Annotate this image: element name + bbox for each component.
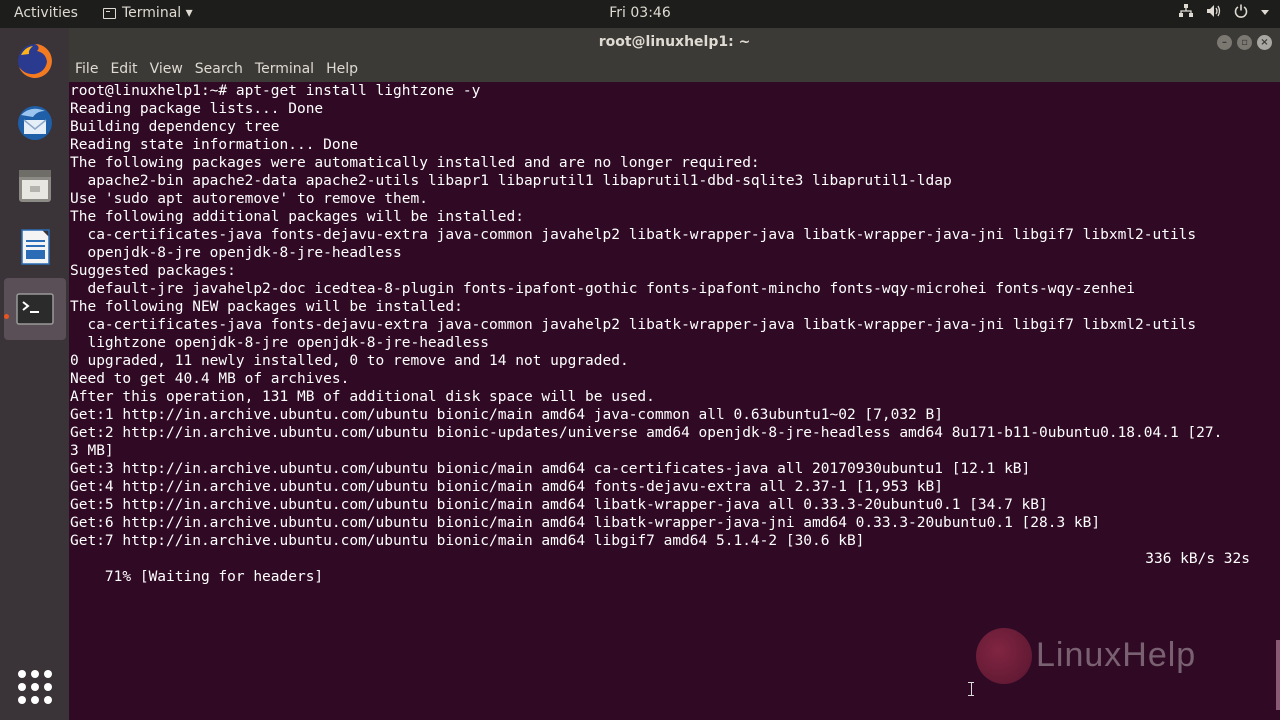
dock-firefox[interactable] — [4, 30, 66, 92]
terminal-line: Get:6 http://in.archive.ubuntu.com/ubunt… — [70, 515, 1101, 531]
menu-view[interactable]: View — [150, 61, 190, 77]
terminal-line: Need to get 40.4 MB of archives. — [70, 371, 350, 387]
terminal-line: 0 upgraded, 11 newly installed, 0 to rem… — [70, 353, 629, 369]
terminal-line: Get:3 http://in.archive.ubuntu.com/ubunt… — [70, 461, 1031, 477]
maximize-button[interactable]: ▫ — [1237, 35, 1252, 50]
activities-button[interactable]: Activities — [14, 5, 78, 21]
terminal-line: apache2-bin apache2-data apache2-utils l… — [70, 173, 952, 189]
watermark-text: LinuxHelp — [1036, 636, 1197, 674]
scrollbar[interactable] — [1276, 640, 1280, 710]
power-icon[interactable] — [1234, 4, 1248, 22]
terminal-line: openjdk-8-jre openjdk-8-jre-headless — [70, 245, 402, 261]
terminal-line: Reading package lists... Done — [70, 101, 324, 117]
terminal-line: The following additional packages will b… — [70, 209, 524, 225]
top-bar: Activities Terminal ▾ Fri 03:46 — [0, 0, 1280, 28]
running-indicator — [4, 314, 9, 319]
terminal-line: Suggested packages: — [70, 263, 236, 279]
close-button[interactable]: × — [1257, 35, 1272, 50]
system-tray[interactable] — [1178, 4, 1270, 22]
network-icon[interactable] — [1178, 4, 1194, 22]
download-rate: 336 kB/s 32s — [1145, 551, 1250, 567]
window-titlebar[interactable]: root@linuxhelp1: ~ – ▫ × — [69, 28, 1280, 56]
menu-search[interactable]: Search — [195, 61, 250, 77]
thunderbird-icon — [18, 106, 52, 140]
terminal-line: root@linuxhelp1:~# apt-get install light… — [70, 83, 481, 99]
text-cursor-icon — [968, 682, 974, 696]
terminal-output[interactable]: root@linuxhelp1:~# apt-get install light… — [69, 82, 1280, 720]
terminal-line: 3 MB] — [70, 443, 114, 459]
terminal-line: Get:2 http://in.archive.ubuntu.com/ubunt… — [70, 425, 1223, 441]
terminal-line: ca-certificates-java fonts-dejavu-extra … — [70, 317, 1197, 333]
dock — [0, 28, 69, 720]
terminal-lines: root@linuxhelp1:~# apt-get install light… — [70, 82, 1260, 550]
files-icon — [19, 170, 51, 202]
progress-status: 71% [Waiting for headers] — [104, 569, 324, 585]
show-applications-button[interactable] — [18, 670, 52, 704]
terminal-line: lightzone openjdk-8-jre openjdk-8-jre-he… — [70, 335, 490, 351]
firefox-icon — [18, 44, 52, 78]
terminal-line: Get:7 http://in.archive.ubuntu.com/ubunt… — [70, 533, 865, 549]
menu-bar: File Edit View Search Terminal Help — [69, 56, 1280, 82]
terminal-line: Reading state information... Done — [70, 137, 359, 153]
menu-edit[interactable]: Edit — [110, 61, 144, 77]
document-writer-icon — [21, 229, 50, 265]
clock[interactable]: Fri 03:46 — [609, 5, 670, 21]
app-menu[interactable]: Terminal ▾ — [103, 5, 193, 21]
minimize-button[interactable]: – — [1217, 35, 1232, 50]
terminal-line: Use 'sudo apt autoremove' to remove them… — [70, 191, 428, 207]
terminal-line: ca-certificates-java fonts-dejavu-extra … — [70, 227, 1197, 243]
menu-caret-icon[interactable] — [1260, 5, 1270, 21]
watermark-logo-icon — [976, 628, 1032, 684]
terminal-line: Get:5 http://in.archive.ubuntu.com/ubunt… — [70, 497, 1048, 513]
terminal-line: The following NEW packages will be insta… — [70, 299, 463, 315]
app-menu-label: Terminal ▾ — [122, 5, 193, 21]
menu-help[interactable]: Help — [326, 61, 365, 77]
dock-writer[interactable] — [4, 216, 66, 278]
volume-icon[interactable] — [1206, 4, 1222, 22]
terminal-line: default-jre javahelp2-doc icedtea-8-plug… — [70, 281, 1136, 297]
menu-terminal[interactable]: Terminal — [255, 61, 321, 77]
window-title: root@linuxhelp1: ~ — [598, 34, 751, 50]
dock-thunderbird[interactable] — [4, 92, 66, 154]
terminal-line: Building dependency tree — [70, 119, 280, 135]
terminal-line: Get:4 http://in.archive.ubuntu.com/ubunt… — [70, 479, 943, 495]
linuxhelp-watermark: LinuxHelp — [976, 628, 1236, 688]
terminal-line: Get:1 http://in.archive.ubuntu.com/ubunt… — [70, 407, 943, 423]
terminal-line: After this operation, 131 MB of addition… — [70, 389, 655, 405]
terminal-app-icon — [16, 293, 54, 325]
dock-files[interactable] — [4, 154, 66, 216]
dock-terminal[interactable] — [4, 278, 66, 340]
progress-line: 71% [Waiting for headers] 336 kB/s 32s — [70, 550, 1250, 585]
menu-file[interactable]: File — [75, 61, 105, 77]
terminal-icon — [103, 7, 116, 19]
terminal-line: The following packages were automaticall… — [70, 155, 760, 171]
